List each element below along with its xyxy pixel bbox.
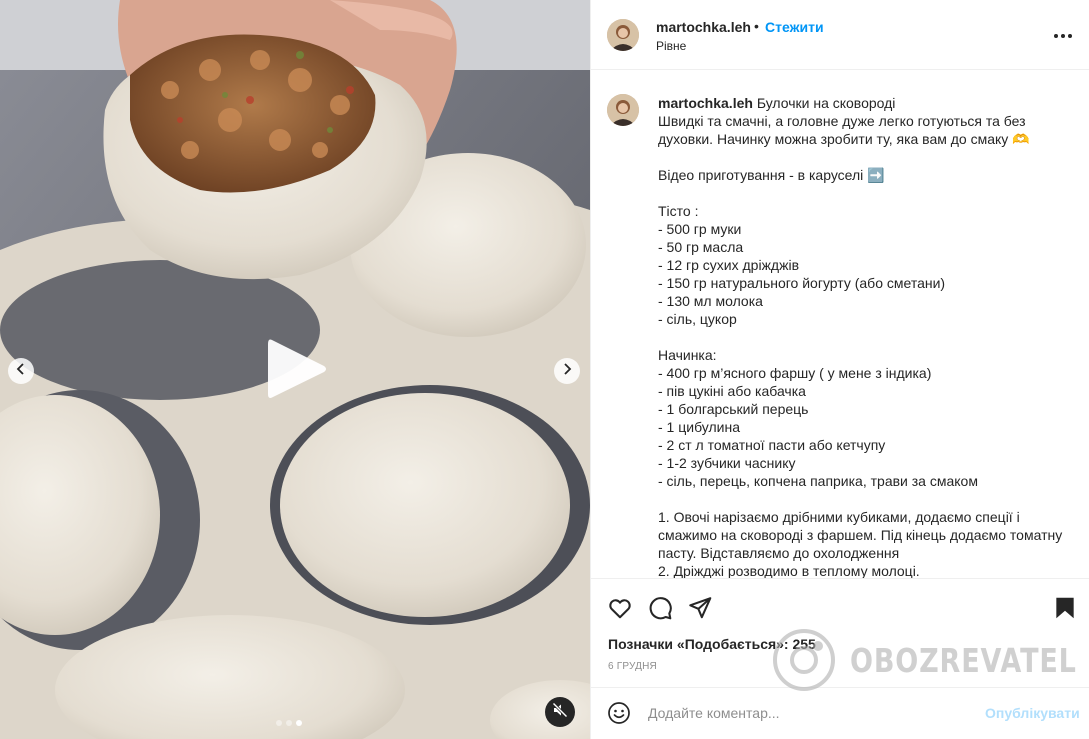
smiley-icon <box>608 702 630 724</box>
like-button[interactable] <box>607 595 633 621</box>
play-icon[interactable] <box>266 336 328 402</box>
chevron-left-icon <box>15 362 27 380</box>
comment-button[interactable] <box>647 595 673 621</box>
follow-button[interactable]: Стежити <box>765 19 824 35</box>
caption-text: martochka.leh Булочки на сковороді Швидк… <box>658 94 1068 578</box>
post-sidebar: martochka.leh • Стежити Рівне martochka.… <box>590 0 1089 739</box>
caption-body: Булочки на сковороді Швидкі та смачні, а… <box>658 95 1063 578</box>
likes-count[interactable]: Позначки «Подобається»: 255 <box>608 636 816 652</box>
post-date[interactable]: 6 ГРУДНЯ <box>608 661 657 672</box>
post-media[interactable] <box>0 0 590 739</box>
separator-dot: • <box>754 18 759 34</box>
avatar[interactable] <box>607 19 639 51</box>
location-link[interactable]: Рівне <box>656 39 686 53</box>
carousel-dot-active <box>296 720 302 726</box>
emoji-button[interactable] <box>607 701 631 725</box>
carousel-prev-button[interactable] <box>8 358 34 384</box>
share-button[interactable] <box>687 595 713 621</box>
save-button[interactable] <box>1052 595 1078 621</box>
carousel-dot <box>286 720 292 726</box>
publish-button[interactable]: Опублікувати <box>985 705 1080 721</box>
heart-icon <box>609 599 631 619</box>
bookmark-icon <box>1056 597 1074 619</box>
post-header: martochka.leh • Стежити Рівне <box>591 0 1089 70</box>
post-actions: Позначки «Подобається»: 255 6 ГРУДНЯ Опу… <box>591 578 1089 736</box>
carousel-next-button[interactable] <box>554 358 580 384</box>
comment-input[interactable] <box>648 702 968 724</box>
comment-form: Опублікувати <box>591 687 1089 737</box>
muted-speaker-icon <box>552 701 568 723</box>
more-horizontal-icon[interactable] <box>1051 26 1075 46</box>
author-username[interactable]: martochka.leh <box>656 19 751 35</box>
send-icon <box>689 597 712 619</box>
carousel-indicator <box>276 720 302 726</box>
mute-button[interactable] <box>545 697 575 727</box>
carousel-dot <box>276 720 282 726</box>
chevron-right-icon <box>561 362 573 380</box>
comment-icon <box>649 597 672 620</box>
avatar[interactable] <box>607 94 639 126</box>
caption-username[interactable]: martochka.leh <box>658 95 753 111</box>
caption-scroll-area[interactable]: martochka.leh Булочки на сковороді Швидк… <box>591 71 1089 578</box>
